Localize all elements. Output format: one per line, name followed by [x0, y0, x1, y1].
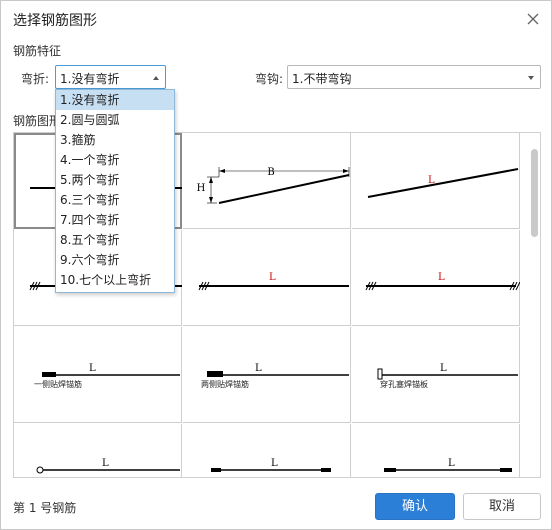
- bend-option-1[interactable]: 1.没有弯折: [56, 90, 174, 110]
- bend-option-10[interactable]: 10.七个以上弯折: [56, 270, 174, 290]
- shape-caption: 两侧贴焊锚筋: [201, 379, 249, 389]
- dim-l-label: L: [440, 363, 447, 374]
- bend-option-5[interactable]: 5.两个弯折: [56, 170, 174, 190]
- bend-select-value: 1.没有弯折: [60, 72, 120, 86]
- confirm-button[interactable]: 确认: [375, 493, 455, 520]
- close-icon[interactable]: [525, 11, 541, 27]
- two-end-welded-bar-icon: L: [211, 458, 331, 472]
- bend-option-7[interactable]: 7.四个弯折: [56, 210, 174, 230]
- dim-l-label: L: [438, 272, 445, 283]
- dim-l-label: L: [448, 458, 455, 469]
- dim-l-label: L: [89, 363, 96, 374]
- dialog-title: 选择钢筋图形: [13, 13, 97, 29]
- anchor-bar-icon: L: [36, 458, 180, 474]
- shape-cell-3[interactable]: L: [352, 133, 520, 229]
- shape-cell-5[interactable]: L: [183, 230, 351, 326]
- shape-caption: 一侧贴焊锚筋: [34, 379, 82, 389]
- shape-cell-8[interactable]: L 两侧贴焊锚筋: [183, 327, 351, 423]
- hook-select-value: 1.不带弯钩: [292, 72, 352, 86]
- bend-dropdown-list: 1.没有弯折 2.圆与圆弧 3.箍筋 4.一个弯折 5.两个弯折 6.三个弯折 …: [55, 89, 175, 293]
- dim-l-label: L: [269, 272, 276, 283]
- shapes-section-label: 钢筋图形: [13, 114, 62, 128]
- scrollbar-thumb[interactable]: [531, 149, 538, 237]
- rebar-status-label: 第 1 号钢筋: [13, 501, 77, 515]
- dim-b-label: B: [267, 167, 274, 178]
- straight-bar-two-anchors-icon: L: [365, 272, 520, 291]
- one-side-welded-anchor-icon: L 一侧贴焊锚筋: [34, 363, 180, 389]
- shape-grid-scrollbar[interactable]: [527, 133, 540, 477]
- bend-option-9[interactable]: 9.六个弯折: [56, 250, 174, 270]
- shape-cell-12[interactable]: L: [352, 424, 520, 477]
- bend-option-2[interactable]: 2.圆与圆弧: [56, 110, 174, 130]
- shape-cell-2[interactable]: B H: [183, 133, 351, 229]
- shape-cell-11[interactable]: L: [183, 424, 351, 477]
- hook-select[interactable]: 1.不带弯钩: [287, 65, 541, 89]
- sloped-bar-icon: L: [367, 168, 519, 198]
- cancel-button[interactable]: 取消: [463, 493, 541, 520]
- sloped-bar-with-bh-icon: B H: [197, 167, 350, 204]
- bend-label: 弯折:: [21, 72, 50, 86]
- shape-caption: 穿孔塞焊锚板: [380, 379, 428, 389]
- caret-up-icon: [153, 76, 159, 80]
- straight-bar-one-anchor-icon: L: [198, 272, 349, 291]
- bend-option-8[interactable]: 8.五个弯折: [56, 230, 174, 250]
- dim-h-label: H: [197, 183, 206, 194]
- feature-section-label: 钢筋特征: [13, 44, 62, 58]
- two-end-welded-bar-icon: L: [384, 458, 512, 472]
- dim-l-label: L: [428, 175, 435, 186]
- bend-select[interactable]: 1.没有弯折: [55, 65, 166, 89]
- dim-l-label: L: [102, 458, 109, 469]
- shape-cell-10[interactable]: L: [14, 424, 182, 477]
- chevron-down-icon: [528, 76, 534, 80]
- bend-option-6[interactable]: 6.三个弯折: [56, 190, 174, 210]
- shape-cell-6[interactable]: L: [352, 230, 520, 326]
- shape-cell-7[interactable]: L 一侧贴焊锚筋: [14, 327, 182, 423]
- bend-option-3[interactable]: 3.箍筋: [56, 130, 174, 150]
- hook-label: 弯钩:: [255, 72, 284, 86]
- select-rebar-shape-dialog: 选择钢筋图形 钢筋特征 弯折: 1.没有弯折 弯钩: 1.不带弯钩 钢筋图形 B…: [0, 0, 552, 530]
- two-side-welded-anchor-icon: L 两侧贴焊锚筋: [201, 363, 349, 389]
- bend-option-4[interactable]: 4.一个弯折: [56, 150, 174, 170]
- shape-cell-9[interactable]: L 穿孔塞焊锚板: [352, 327, 520, 423]
- dim-l-label: L: [255, 363, 262, 374]
- plug-welded-plate-icon: L 穿孔塞焊锚板: [377, 363, 518, 389]
- dim-l-label: L: [271, 458, 278, 469]
